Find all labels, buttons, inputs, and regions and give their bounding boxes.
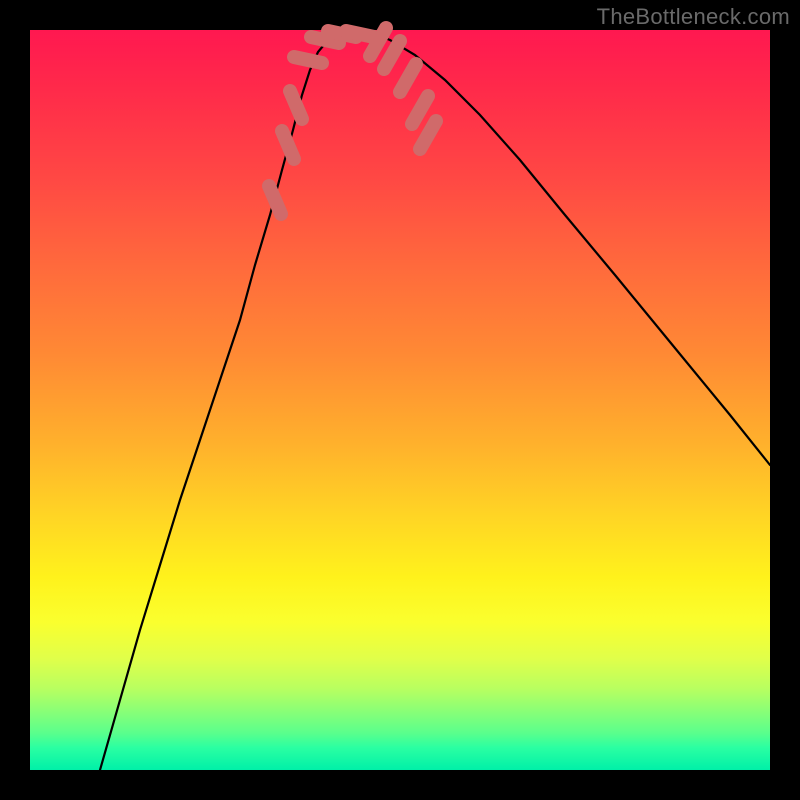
tick-bottom-4 (346, 31, 374, 37)
tick-right-mid (384, 41, 400, 69)
tick-right-upper (400, 64, 416, 92)
tick-right-top2 (420, 121, 436, 149)
optimal-range-ticks (269, 28, 436, 214)
watermark-text: TheBottleneck.com (597, 4, 790, 30)
bottleneck-curve (100, 30, 770, 770)
tick-right-top1 (412, 96, 428, 124)
chart-svg (30, 30, 770, 770)
tick-left-low (290, 91, 302, 119)
chart-plot-area (30, 30, 770, 770)
tick-bottom-1 (294, 57, 322, 63)
